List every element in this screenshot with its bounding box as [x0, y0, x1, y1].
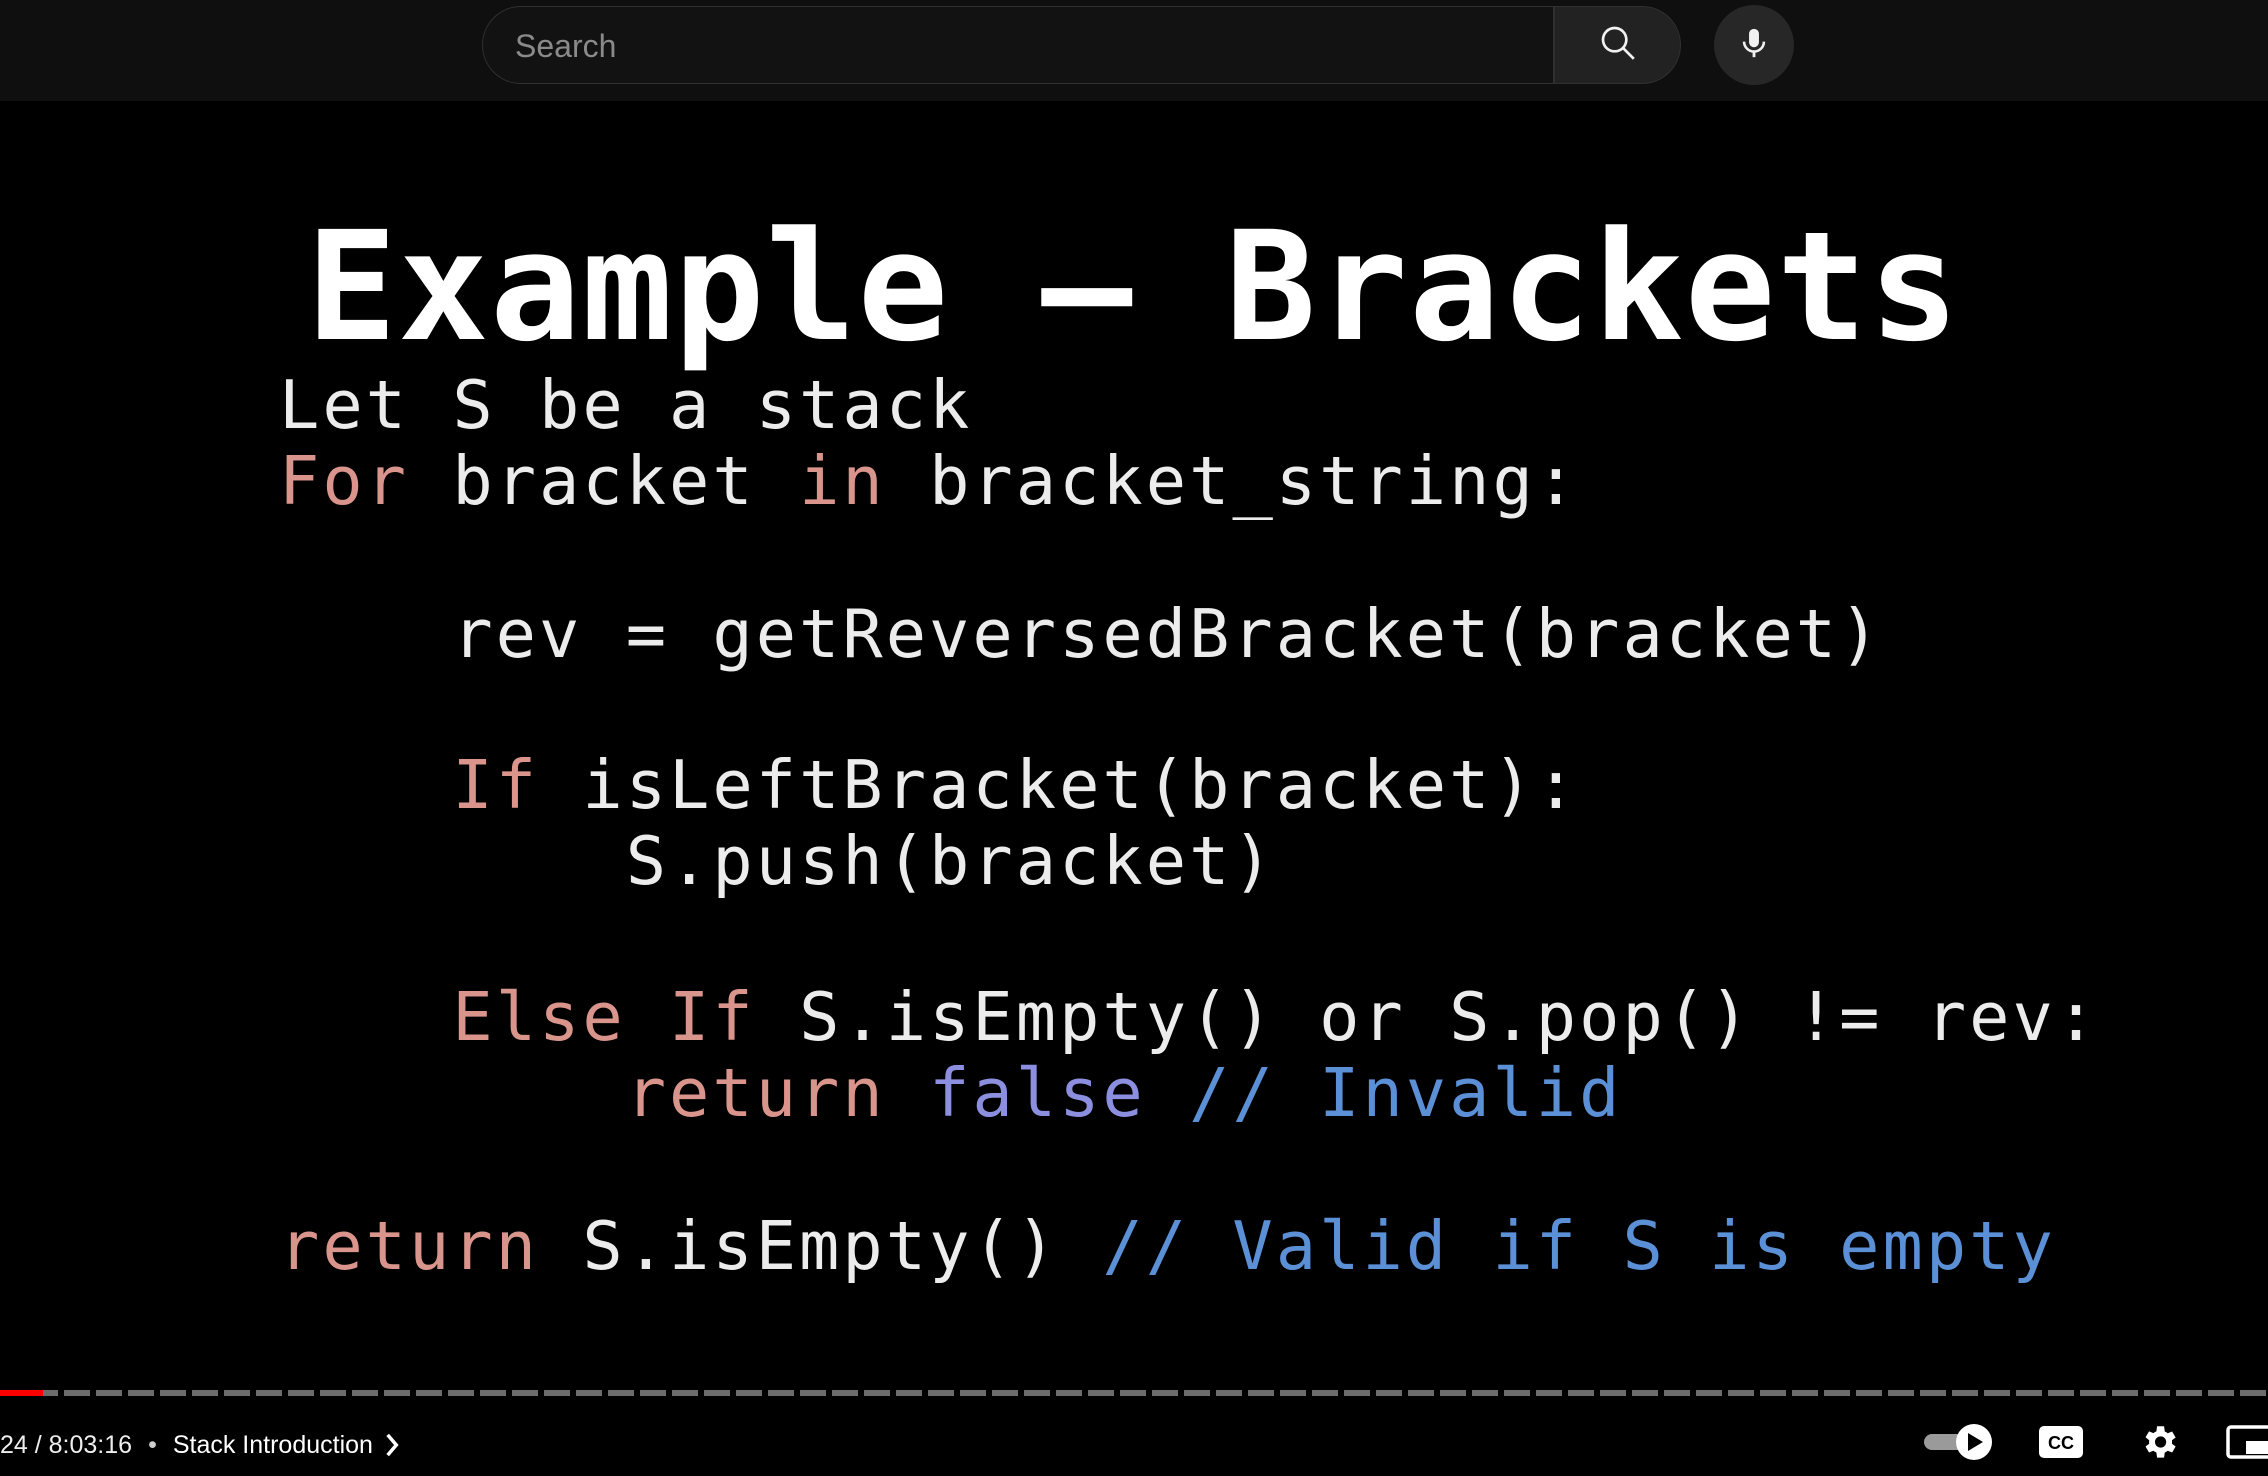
slide-title: Example – Brackets — [306, 199, 1961, 375]
code-text: S.isEmpty() — [539, 1207, 1103, 1285]
code-text: S.isEmpty() or S.pop() != rev: — [755, 978, 2100, 1056]
code-keyword: return — [625, 1054, 886, 1132]
code-line: If isLeftBracket(bracket): — [279, 745, 1579, 825]
svg-text:CC: CC — [2048, 1433, 2074, 1453]
progress-bar[interactable] — [0, 1390, 2268, 1396]
miniplayer-button[interactable] — [2226, 1424, 2268, 1464]
code-text: rev = getReversedBracket(bracket) — [279, 595, 1883, 673]
voice-search-button[interactable] — [1714, 5, 1794, 85]
code-keyword: return — [279, 1207, 540, 1285]
code-text: isLeftBracket(bracket): — [539, 746, 1580, 824]
settings-button[interactable] — [2136, 1421, 2182, 1467]
search-input[interactable] — [513, 7, 1517, 85]
progress-played — [0, 1390, 44, 1396]
code-literal: false — [929, 1054, 1146, 1132]
autoplay-toggle[interactable] — [1922, 1422, 1996, 1467]
code-line: For bracket in bracket_string: — [279, 441, 1579, 521]
microphone-icon — [1737, 23, 1771, 68]
gear-icon — [2138, 1421, 2180, 1468]
player-controls-left: 24 / 8:03:16 • Stack Introduction — [0, 1420, 401, 1470]
code-comment: // Valid if S is empty — [1102, 1207, 2056, 1285]
video-player[interactable]: Example – Brackets Let S be a stack For b… — [0, 101, 2268, 1476]
closed-captions-icon: CC — [2038, 1425, 2084, 1464]
code-line: return false // Invalid — [279, 1053, 1622, 1133]
autoplay-toggle-icon — [1922, 1422, 1996, 1467]
chevron-right-icon[interactable] — [383, 1432, 401, 1458]
code-keyword: If — [452, 746, 540, 824]
time-display: 24 / 8:03:16 — [0, 1430, 133, 1459]
code-keyword: Else If — [452, 978, 756, 1056]
code-line: Else If S.isEmpty() or S.pop() != rev: — [279, 977, 2099, 1057]
code-keyword: in — [799, 442, 886, 520]
masthead — [0, 0, 2268, 101]
code-text: bracket_string: — [885, 442, 1580, 520]
chapter-title[interactable]: Stack Introduction — [173, 1431, 373, 1460]
code-comment: // Invalid — [1145, 1054, 1623, 1132]
code-line: rev = getReversedBracket(bracket) — [279, 594, 1882, 674]
code-text: Let S be a stack — [279, 366, 973, 444]
captions-button[interactable]: CC — [2036, 1424, 2086, 1464]
search-box — [482, 6, 1554, 85]
code-line: return S.isEmpty() // Valid if S is empt… — [279, 1206, 2056, 1286]
code-text: S.push(bracket) — [279, 822, 1276, 900]
separator: • — [148, 1430, 157, 1459]
miniplayer-icon — [2226, 1424, 2268, 1465]
code-line: S.push(bracket) — [279, 821, 1276, 901]
code-line: Let S be a stack — [279, 365, 972, 445]
search-button[interactable] — [1554, 6, 1681, 84]
search-icon — [1598, 23, 1638, 68]
code-keyword: For — [279, 442, 410, 520]
code-text: bracket — [409, 442, 800, 520]
